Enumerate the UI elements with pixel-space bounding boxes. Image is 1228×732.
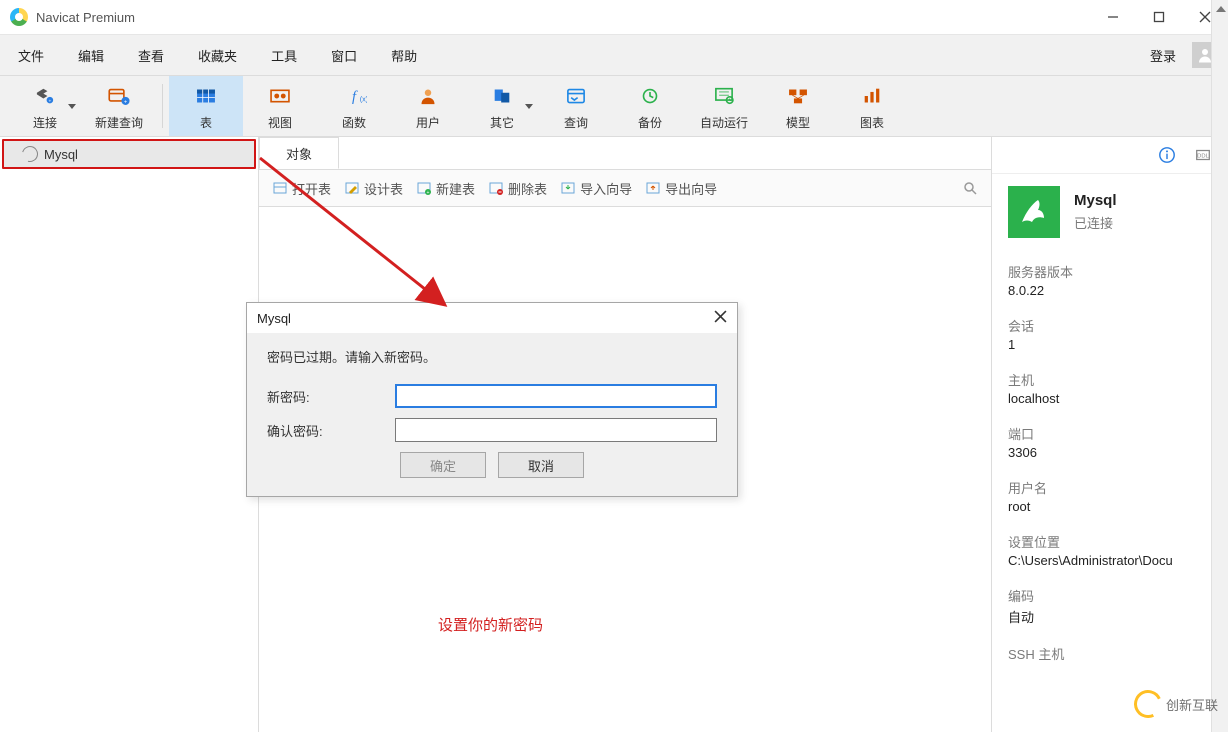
svg-text:(x): (x): [360, 94, 367, 103]
main-toolbar: + 连接 + 新建查询 表 视图 f(x) 函数 用户 其它 查询 备份: [0, 76, 1228, 137]
btn-delete-table[interactable]: 删除表: [489, 179, 547, 198]
password-dialog: Mysql 密码已过期。请输入新密码。 新密码: 确认密码: 确定 取消: [246, 302, 738, 497]
brand-logo-icon: [1130, 686, 1166, 722]
tool-label: 图表: [860, 114, 884, 131]
menu-fav[interactable]: 收藏夹: [186, 40, 249, 71]
ddl-icon[interactable]: DDL: [1194, 146, 1212, 164]
tool-view[interactable]: 视图: [243, 76, 317, 136]
new-password-input[interactable]: [395, 384, 717, 408]
dialog-close-button[interactable]: [714, 310, 727, 326]
prop-server-version: 服务器版本8.0.22: [992, 246, 1228, 300]
connection-icon: [19, 143, 41, 165]
menu-tools[interactable]: 工具: [259, 40, 309, 71]
menu-file[interactable]: 文件: [6, 40, 56, 71]
tool-label: 新建查询: [95, 114, 143, 131]
tool-other[interactable]: 其它: [465, 76, 539, 136]
cancel-button[interactable]: 取消: [498, 452, 584, 478]
dialog-message: 密码已过期。请输入新密码。: [267, 347, 717, 366]
menu-help[interactable]: 帮助: [379, 40, 429, 71]
svg-text:DDL: DDL: [1197, 154, 1209, 160]
tool-connection[interactable]: + 连接: [8, 76, 82, 136]
tool-chart[interactable]: 图表: [835, 76, 909, 136]
brand-text: 创新互联: [1166, 695, 1218, 714]
new-password-label: 新密码:: [267, 387, 395, 406]
tab-objects[interactable]: 对象: [259, 137, 339, 169]
vertical-scrollbar[interactable]: [1211, 0, 1228, 732]
minimize-button[interactable]: [1090, 0, 1136, 34]
prop-ssh-host: SSH 主机: [992, 628, 1228, 667]
connection-tree: Mysql: [0, 137, 259, 732]
tool-label: 备份: [638, 114, 662, 131]
tool-label: 函数: [342, 114, 366, 131]
tool-query[interactable]: 查询: [539, 76, 613, 136]
prop-username: 用户名root: [992, 462, 1228, 516]
window-buttons: [1090, 0, 1228, 34]
tool-label: 连接: [33, 114, 57, 131]
tool-model[interactable]: 模型: [761, 76, 835, 136]
tool-backup[interactable]: 备份: [613, 76, 687, 136]
connection-item-mysql[interactable]: Mysql: [2, 139, 256, 169]
menu-bar: 文件 编辑 查看 收藏夹 工具 窗口 帮助 登录: [0, 35, 1228, 76]
prop-session: 会话1: [992, 300, 1228, 354]
btn-import-wizard[interactable]: 导入向导: [561, 179, 632, 198]
svg-text:+: +: [427, 190, 430, 195]
tool-function[interactable]: f(x) 函数: [317, 76, 391, 136]
tool-label: 自动运行: [700, 114, 748, 131]
svg-text:+: +: [48, 99, 51, 104]
tab-label: 对象: [286, 144, 312, 163]
maximize-button[interactable]: [1136, 0, 1182, 34]
object-toolbar: 打开表 设计表 +新建表 删除表 导入向导 导出向导: [259, 170, 991, 207]
ok-button[interactable]: 确定: [400, 452, 486, 478]
tool-new-query[interactable]: + 新建查询: [82, 76, 156, 136]
tool-label: 表: [200, 114, 212, 131]
confirm-password-input[interactable]: [395, 418, 717, 442]
app-logo-icon: [10, 8, 28, 26]
tool-label: 视图: [268, 114, 292, 131]
object-tabs: 对象: [259, 137, 991, 170]
info-icon[interactable]: [1158, 146, 1176, 164]
btn-export-wizard[interactable]: 导出向导: [646, 179, 717, 198]
btn-design-table[interactable]: 设计表: [345, 179, 403, 198]
tool-label: 查询: [564, 114, 588, 131]
caret-down-icon: [525, 104, 533, 109]
menu-view[interactable]: 查看: [126, 40, 176, 71]
conn-status: 已连接: [1074, 213, 1117, 232]
prop-settings-loc: 设置位置C:\Users\Administrator\Docu: [992, 516, 1228, 570]
tool-user[interactable]: 用户: [391, 76, 465, 136]
svg-text:f: f: [352, 88, 358, 104]
menu-window[interactable]: 窗口: [319, 40, 369, 71]
server-logo-icon: [1008, 186, 1060, 238]
tool-label: 其它: [490, 114, 514, 131]
tool-table[interactable]: 表: [169, 76, 243, 136]
brand-watermark: 创新互联: [1134, 690, 1218, 718]
connection-label: Mysql: [44, 147, 78, 162]
search-icon[interactable]: [963, 181, 977, 195]
tool-automation[interactable]: 自动运行: [687, 76, 761, 136]
tool-label: 用户: [416, 114, 440, 131]
menu-edit[interactable]: 编辑: [66, 40, 116, 71]
dialog-title: Mysql: [257, 311, 291, 326]
prop-port: 端口3306: [992, 408, 1228, 462]
title-bar: Navicat Premium: [0, 0, 1228, 35]
confirm-password-label: 确认密码:: [267, 421, 395, 440]
conn-name: Mysql: [1074, 192, 1117, 209]
window-title: Navicat Premium: [36, 10, 135, 25]
prop-host: 主机localhost: [992, 354, 1228, 408]
prop-encoding: 编码自动: [992, 570, 1228, 628]
info-panel: DDL Mysql 已连接 服务器版本8.0.22 会话1 主机localhos…: [991, 137, 1228, 732]
tool-label: 模型: [786, 114, 810, 131]
login-link[interactable]: 登录: [1140, 40, 1186, 71]
caret-down-icon: [68, 104, 76, 109]
btn-new-table[interactable]: +新建表: [417, 179, 475, 198]
btn-open-table[interactable]: 打开表: [273, 179, 331, 198]
